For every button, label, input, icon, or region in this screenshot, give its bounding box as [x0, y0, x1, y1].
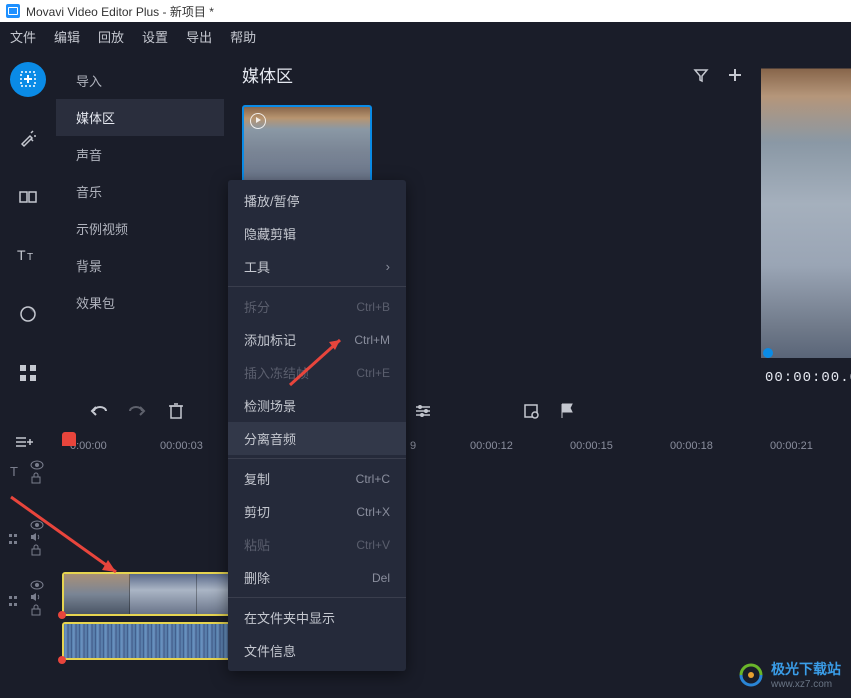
text-track-icon[interactable]: T	[8, 464, 22, 478]
filter-icon[interactable]	[693, 67, 709, 83]
add-track-icon[interactable]	[14, 434, 34, 450]
import-icon[interactable]	[10, 62, 46, 97]
ctx-tools[interactable]: 工具›	[228, 250, 406, 283]
menu-edit[interactable]: 编辑	[54, 27, 80, 46]
timeline-ruler[interactable]: 0:00:00 00:00:03 9 00:00:12 00:00:15 00:…	[0, 432, 851, 460]
ctx-split: 拆分Ctrl+B	[228, 290, 406, 323]
trash-icon[interactable]	[168, 402, 184, 420]
watermark: 极光下载站 www.xz7.com	[737, 659, 841, 690]
preview-playhead[interactable]	[763, 348, 773, 358]
ctx-copy[interactable]: 复制Ctrl+C	[228, 462, 406, 495]
ctx-paste: 粘贴Ctrl+V	[228, 528, 406, 561]
ctx-separate-audio[interactable]: 分离音频	[228, 422, 406, 455]
media-title: 媒体区	[242, 62, 293, 87]
ctx-cut[interactable]: 剪切Ctrl+X	[228, 495, 406, 528]
volume-icon[interactable]	[30, 532, 44, 542]
ruler-time-3: 00:00:12	[470, 440, 513, 452]
watermark-url: www.xz7.com	[771, 679, 841, 690]
media-thumbnail[interactable]	[242, 105, 372, 183]
eye-icon[interactable]	[30, 460, 44, 470]
track-handle-1[interactable]	[8, 532, 22, 546]
ctx-file-info[interactable]: 文件信息	[228, 634, 406, 667]
ctx-detect-scene[interactable]: 检测场景	[228, 389, 406, 422]
separator	[228, 458, 406, 459]
sidebar: 导入 媒体区 声音 音乐 示例视频 背景 效果包	[56, 50, 224, 390]
ruler-time-2: 9	[410, 440, 416, 452]
ctx-delete[interactable]: 删除Del	[228, 561, 406, 594]
text-icon[interactable]: TT	[10, 238, 46, 273]
crop-icon[interactable]	[522, 402, 540, 420]
svg-text:T: T	[27, 252, 33, 263]
eye-icon-2[interactable]	[30, 520, 44, 530]
flag-icon[interactable]	[560, 402, 574, 420]
chevron-right-icon: ›	[386, 259, 390, 274]
menu-help[interactable]: 帮助	[230, 27, 256, 46]
sidebar-media[interactable]: 媒体区	[56, 99, 224, 136]
magic-icon[interactable]	[10, 121, 46, 156]
sidebar-import[interactable]: 导入	[56, 62, 224, 99]
playhead-icon[interactable]	[62, 432, 76, 446]
transition-icon[interactable]	[10, 179, 46, 214]
apps-icon[interactable]	[10, 355, 46, 390]
redo-icon[interactable]	[128, 403, 148, 419]
menubar: 文件 编辑 回放 设置 导出 帮助	[0, 22, 851, 50]
sliders-icon[interactable]	[414, 403, 432, 419]
separator	[228, 286, 406, 287]
timeline: 0:00:00 00:00:03 9 00:00:12 00:00:15 00:…	[0, 432, 851, 698]
ctx-play-pause[interactable]: 播放/暂停	[228, 184, 406, 217]
ctx-add-marker[interactable]: 添加标记Ctrl+M	[228, 323, 406, 356]
menu-playback[interactable]: 回放	[98, 27, 124, 46]
undo-icon[interactable]	[88, 403, 108, 419]
ruler-time-1: 00:00:03	[160, 440, 203, 452]
preview-time: 00:00:00.0	[765, 370, 851, 386]
audio-handle-l[interactable]	[58, 656, 66, 664]
volume-icon-2[interactable]	[30, 592, 44, 602]
titlebar: Movavi Video Editor Plus - 新项目 *	[0, 0, 851, 22]
sticker-icon[interactable]	[10, 297, 46, 332]
preview-panel: 00:00:00.0	[761, 50, 851, 390]
ctx-show-folder[interactable]: 在文件夹中显示	[228, 601, 406, 634]
lock-icon-2[interactable]	[30, 544, 44, 556]
context-menu: 播放/暂停 隐藏剪辑 工具› 拆分Ctrl+B 添加标记Ctrl+M 插入冻结帧…	[228, 180, 406, 671]
svg-text:T: T	[10, 464, 18, 478]
app-title: Movavi Video Editor Plus - 新项目 *	[26, 3, 214, 20]
eye-icon-3[interactable]	[30, 580, 44, 590]
track-handle-2[interactable]	[8, 594, 22, 608]
watermark-icon	[737, 661, 765, 689]
separator	[228, 597, 406, 598]
ruler-time-5: 00:00:18	[670, 440, 713, 452]
sidebar-music[interactable]: 音乐	[56, 173, 224, 210]
add-icon[interactable]	[727, 67, 743, 83]
ctx-hide-clip[interactable]: 隐藏剪辑	[228, 217, 406, 250]
menu-export[interactable]: 导出	[186, 27, 212, 46]
sidebar-sample[interactable]: 示例视频	[56, 210, 224, 247]
preview-image[interactable]: 00:00:00.0	[761, 50, 851, 358]
watermark-name: 极光下载站	[771, 659, 841, 679]
left-iconbar: TT	[0, 50, 56, 390]
lock-icon-3[interactable]	[30, 604, 44, 616]
clip-handle-l[interactable]	[58, 611, 66, 619]
ctx-freeze: 插入冻结帧Ctrl+E	[228, 356, 406, 389]
menu-file[interactable]: 文件	[10, 27, 36, 46]
sidebar-effects[interactable]: 效果包	[56, 284, 224, 321]
timeline-toolbar	[0, 390, 851, 432]
app-icon	[6, 4, 20, 18]
ruler-time-4: 00:00:15	[570, 440, 613, 452]
svg-text:T: T	[17, 247, 26, 263]
lock-icon[interactable]	[30, 472, 44, 484]
sidebar-background[interactable]: 背景	[56, 247, 224, 284]
sidebar-sound[interactable]: 声音	[56, 136, 224, 173]
ruler-time-6: 00:00:21	[770, 440, 813, 452]
menu-settings[interactable]: 设置	[142, 27, 168, 46]
